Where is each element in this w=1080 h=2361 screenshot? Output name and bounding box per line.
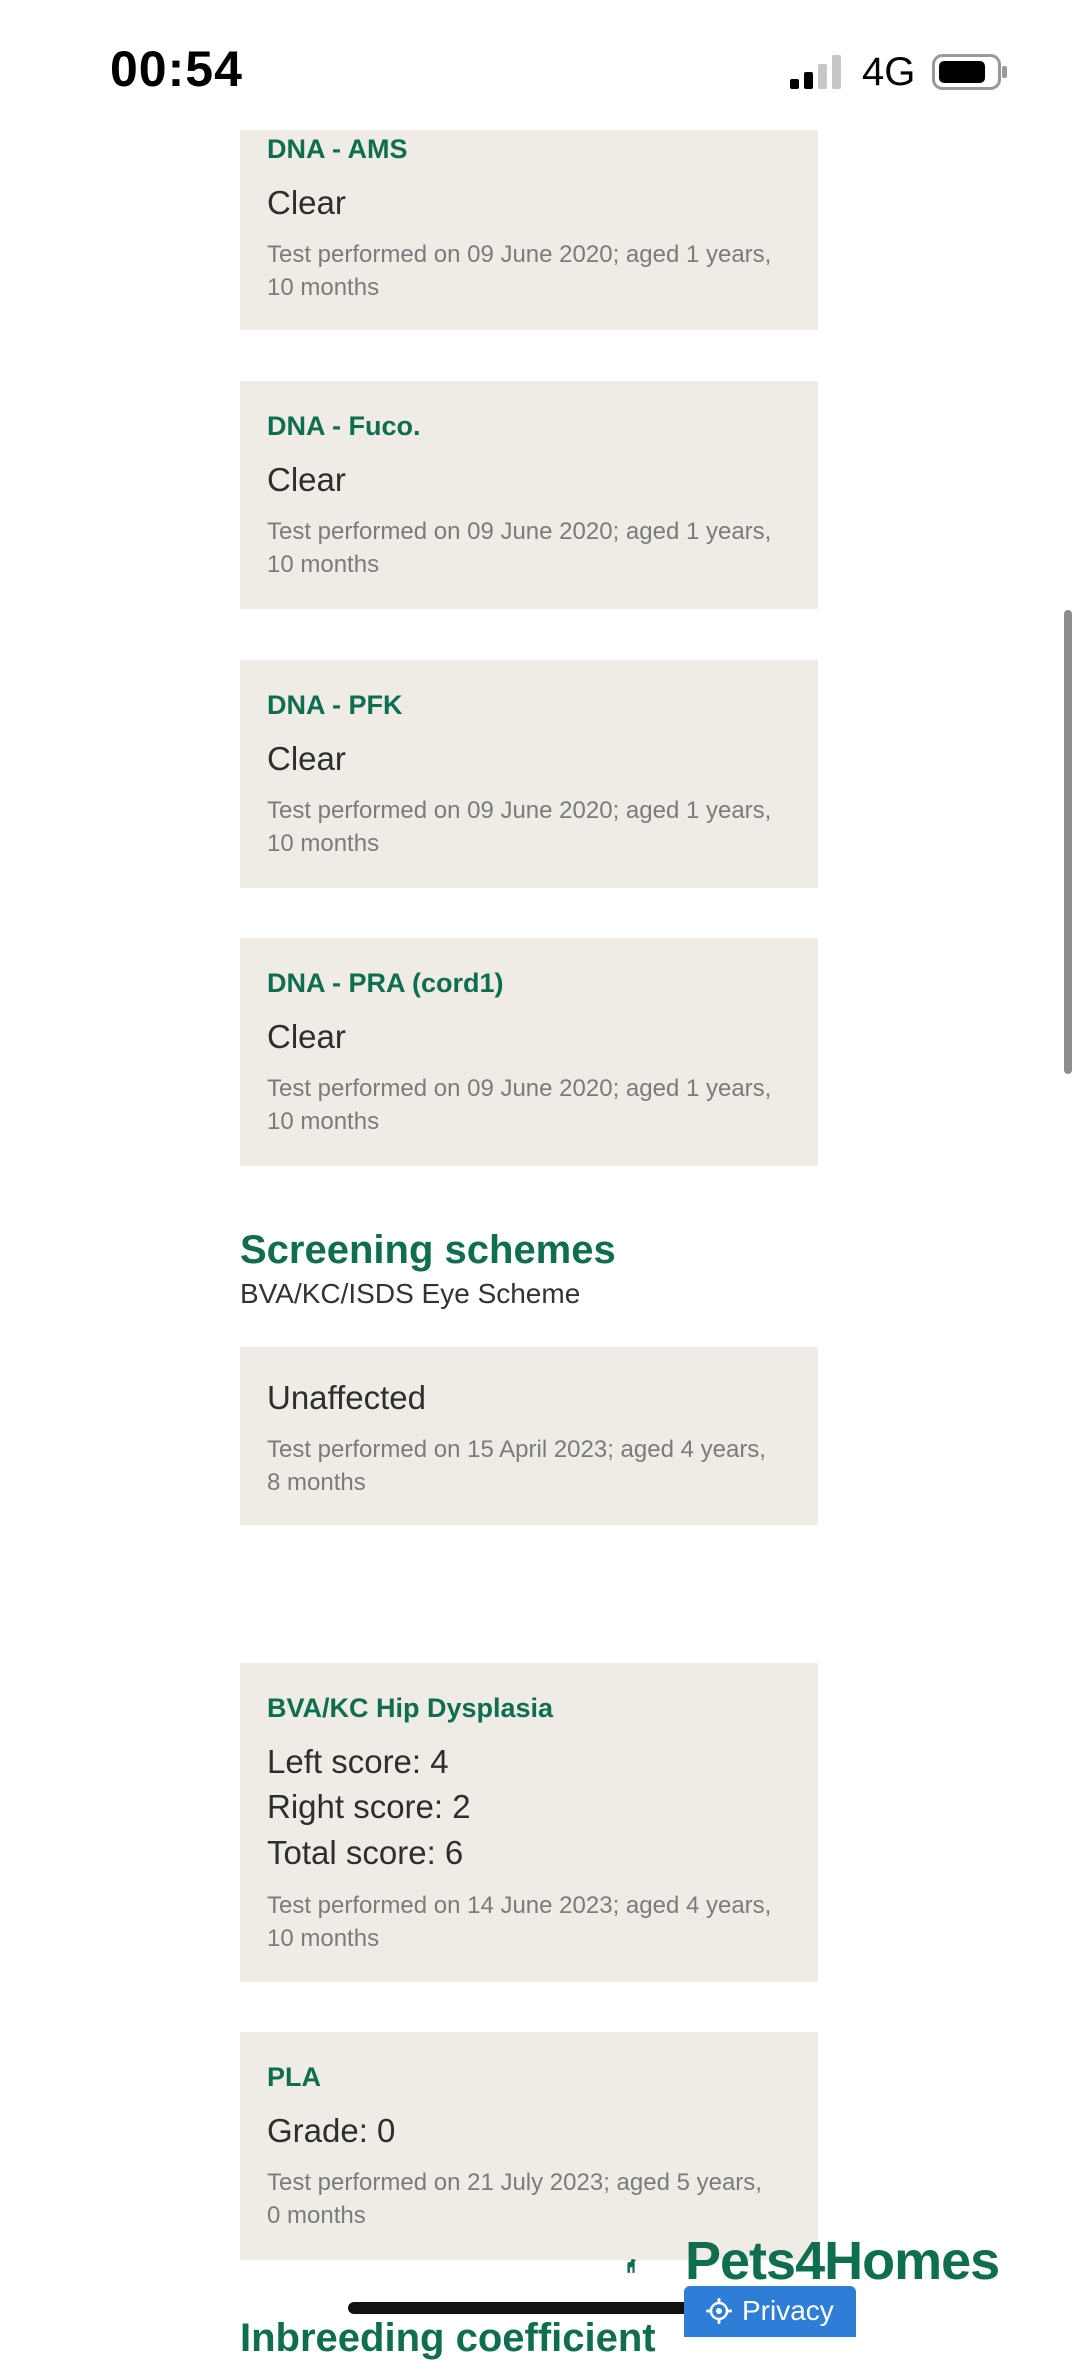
card-result: Grade: 0 — [267, 2112, 396, 2149]
status-bar: 00:54 4G — [0, 0, 1080, 130]
dna-test-card: DNA - PFK Clear Test performed on 09 Jun… — [240, 660, 818, 888]
card-title: PLA — [267, 2062, 321, 2092]
dna-test-card: DNA - AMS Clear Test performed on 09 Jun… — [240, 128, 818, 330]
eye-scheme-card: Unaffected Test performed on 15 April 20… — [240, 1347, 818, 1525]
card-meta: Test performed on 09 June 2020; aged 1 y… — [267, 241, 772, 301]
card-meta: Test performed on 09 June 2020; aged 1 y… — [267, 518, 772, 578]
signal-icon — [790, 55, 841, 89]
dna-test-card: DNA - Fuco. Clear Test performed on 09 J… — [240, 381, 818, 609]
card-title: DNA - PRA (cord1) — [267, 968, 504, 998]
scroll-indicator[interactable] — [1064, 610, 1072, 1074]
inbreeding-heading: Inbreeding coefficient — [240, 2316, 656, 2360]
section-title: Screening schemes — [240, 1228, 616, 1272]
privacy-button[interactable]: Privacy — [684, 2286, 856, 2337]
card-meta: Test performed on 09 June 2020; aged 1 y… — [267, 797, 772, 857]
section-subtitle: BVA/KC/ISDS Eye Scheme — [240, 1278, 581, 1309]
privacy-label: Privacy — [742, 2295, 834, 2326]
gear-icon — [706, 2298, 732, 2324]
network-type: 4G — [862, 50, 916, 94]
total-score: Total score: 6 — [267, 1834, 464, 1871]
card-result: Clear — [267, 184, 346, 221]
status-time: 00:54 — [110, 41, 243, 97]
card-result: Clear — [267, 1018, 346, 1055]
card-meta: Test performed on 21 July 2023; aged 5 y… — [267, 2169, 762, 2229]
hip-dysplasia-card: BVA/KC Hip Dysplasia Left score: 4 Right… — [240, 1663, 818, 1982]
dna-test-card: DNA - PRA (cord1) Clear Test performed o… — [240, 938, 818, 1166]
card-result: Unaffected — [267, 1379, 427, 1416]
card-title: DNA - AMS — [267, 134, 408, 164]
card-title: DNA - PFK — [267, 690, 403, 720]
card-meta: Test performed on 15 April 2023; aged 4 … — [267, 1436, 766, 1496]
left-score: Left score: 4 — [267, 1743, 449, 1780]
right-score: Right score: 2 — [267, 1788, 471, 1825]
logo-text[interactable]: Pets4Homes — [685, 2230, 1000, 2292]
home-indicator — [348, 2302, 732, 2314]
card-result: Clear — [267, 461, 346, 498]
card-meta: Test performed on 09 June 2020; aged 1 y… — [267, 1075, 772, 1135]
card-result: Clear — [267, 740, 346, 777]
pla-card: PLA Grade: 0 Test performed on 21 July 2… — [240, 2032, 818, 2260]
battery-icon — [932, 54, 1007, 90]
card-title: DNA - Fuco. — [267, 411, 421, 441]
card-meta: Test performed on 14 June 2023; aged 4 y… — [267, 1892, 772, 1952]
card-title: BVA/KC Hip Dysplasia — [267, 1693, 554, 1723]
